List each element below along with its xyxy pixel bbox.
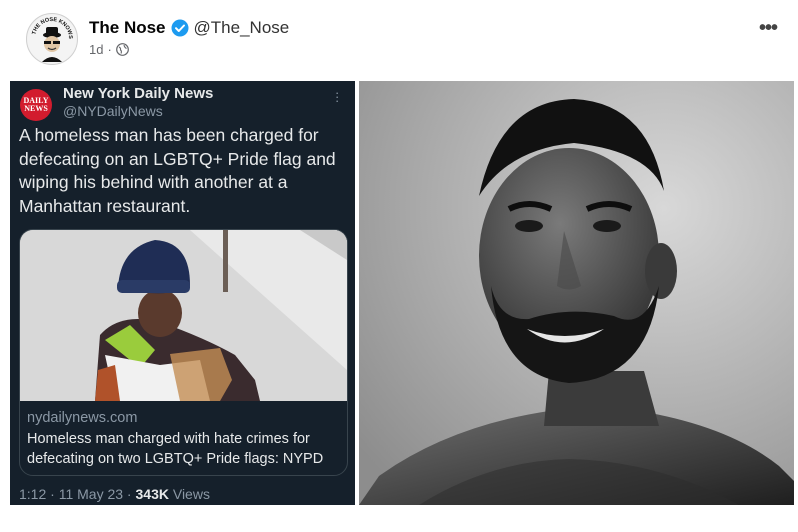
- tweet-screenshot-image[interactable]: DAILY NEWS New York Daily News @NYDailyN…: [10, 81, 355, 505]
- author-name[interactable]: The Nose: [89, 18, 166, 38]
- tweet-views-label: Views: [168, 486, 210, 502]
- post-timestamp[interactable]: 1d: [89, 42, 103, 57]
- facebook-post: THE NOSE KNOWS The Nose @The_Nose 1d · •…: [0, 0, 798, 532]
- tweet-footer-sep-1: ·: [46, 486, 59, 502]
- more-options-icon[interactable]: •••: [752, 14, 784, 42]
- tweet-footer: 1:12 · 11 May 23 · 343K Views: [19, 486, 210, 502]
- avatar-illustration: THE NOSE KNOWS: [28, 15, 76, 63]
- link-card-domain: nydailynews.com: [27, 410, 138, 426]
- more-options-label: •••: [758, 16, 778, 39]
- tweet-date: 11 May 23: [58, 486, 124, 502]
- link-card: nydailynews.com Homeless man charged wit…: [19, 229, 348, 476]
- tweet-text: A homeless man has been charged for defe…: [19, 125, 336, 216]
- tweet-footer-sep-2: ·: [123, 486, 136, 502]
- globe-icon: [115, 43, 129, 56]
- link-card-headline: Homeless man charged with hate crimes fo…: [27, 431, 324, 467]
- tweet-more-icon: · · ·: [335, 85, 340, 108]
- verified-badge-icon: [171, 19, 189, 37]
- author-handle[interactable]: @The_Nose: [194, 18, 290, 38]
- meta-separator: ·: [107, 42, 112, 57]
- link-card-photo: [20, 230, 347, 401]
- daily-news-logo: DAILY NEWS: [20, 89, 52, 121]
- tweet-account-handle: @NYDailyNews: [63, 103, 163, 119]
- tweet-views-count: 343K: [135, 486, 169, 502]
- author-avatar[interactable]: THE NOSE KNOWS: [26, 13, 78, 65]
- tweet-account-name: New York Daily News: [63, 85, 214, 102]
- meme-portrait-image[interactable]: [359, 81, 794, 505]
- portrait-illustration: [359, 81, 794, 505]
- tweet-time: 1:12: [19, 486, 47, 502]
- logo-line-2: NEWS: [24, 104, 48, 113]
- post-media: DAILY NEWS New York Daily News @NYDailyN…: [10, 81, 794, 505]
